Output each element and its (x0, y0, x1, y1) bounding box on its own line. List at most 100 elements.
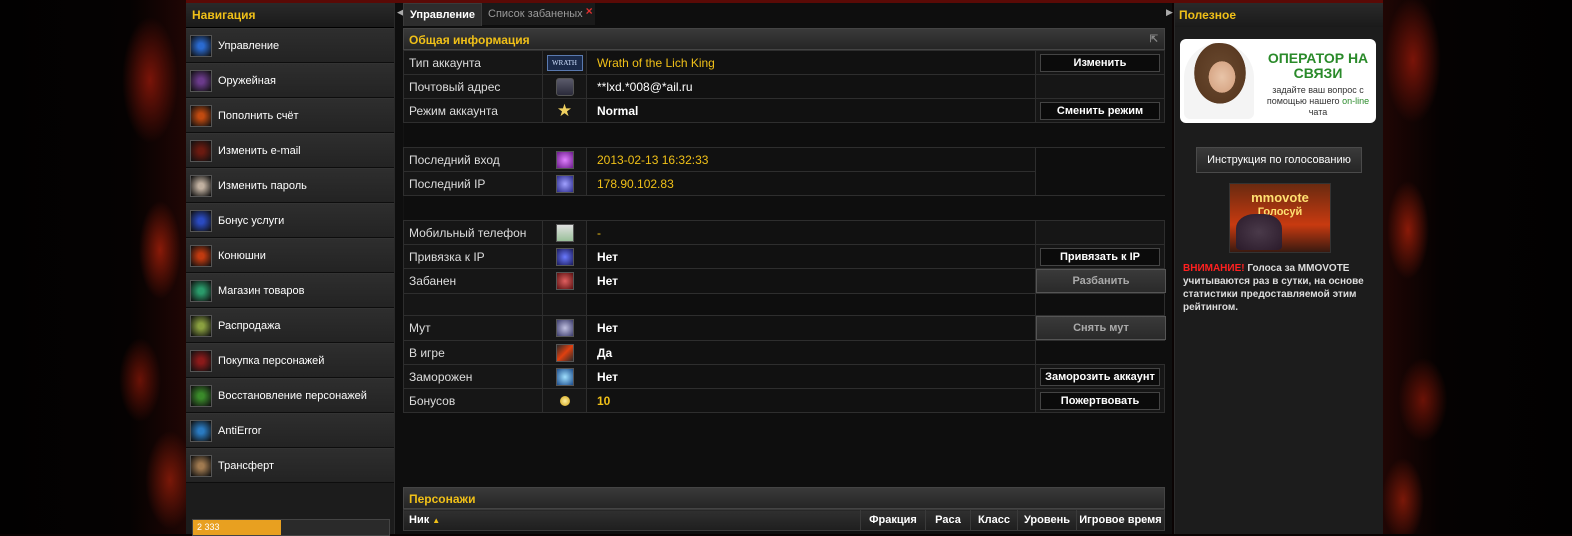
collapse-right-icon[interactable]: ▶ (1166, 7, 1173, 21)
freeze-account-button[interactable]: Заморозить аккаунт (1040, 367, 1160, 386)
nav-item-deposit[interactable]: Пополнить счёт (186, 98, 394, 133)
last-ip-value: 178.90.102.83 (586, 171, 1036, 196)
footer-banner[interactable]: 2 333 (192, 519, 390, 536)
mmovote-figure-icon (1236, 214, 1282, 250)
nav-item-label: Изменить пароль (218, 179, 307, 192)
nav-item-management[interactable]: Управление (186, 28, 394, 63)
mute-row: Мут Нет Снять мут (403, 315, 1166, 341)
login-orb-icon (555, 150, 574, 169)
close-tab-icon[interactable]: × (586, 0, 593, 22)
column-level[interactable]: Уровень (1017, 509, 1077, 531)
nav-item-shop[interactable]: Магазин товаров (186, 273, 394, 308)
nav-item-password[interactable]: Изменить пароль (186, 168, 394, 203)
general-info-table: Тип аккаунта WRATH Wrath of the Lich Kin… (403, 50, 1166, 413)
operator-banner-title: ОПЕРАТОР НА СВЯЗИ (1267, 50, 1369, 81)
bind-ip-button[interactable]: Привязать к IP (1040, 247, 1160, 266)
ip-bind-value: Нет (586, 244, 1036, 269)
donate-button[interactable]: Пожертвовать (1040, 391, 1160, 410)
characters-title: Персонажи (409, 492, 476, 506)
ban-hand-icon (555, 272, 574, 290)
right-background-decoration (1383, 0, 1572, 534)
coin-icon (559, 396, 570, 407)
nav-item-label: Пополнить счёт (218, 109, 299, 122)
nav-item-sale[interactable]: Распродажа (186, 308, 394, 343)
nav-item-buy-characters[interactable]: Покупка персонажей (186, 343, 394, 378)
mmovote-title: mmovote (1251, 190, 1309, 205)
email-row: Почтовый адрес **lxd.*008@*ail.ru (403, 74, 1165, 99)
mail-icon (555, 77, 574, 96)
column-play-time[interactable]: Игровое время (1076, 509, 1165, 531)
spacer-row (403, 122, 1165, 148)
nav-item-label: Магазин товаров (218, 284, 305, 297)
pin-icon[interactable]: ⇱ (1150, 29, 1158, 51)
nav-item-stables[interactable]: Конюшни (186, 238, 394, 273)
useful-title: Полезное (1175, 3, 1383, 27)
change-account-type-button[interactable]: Изменить (1040, 53, 1160, 72)
star-icon: ★ (556, 101, 573, 120)
unban-button[interactable]: Разбанить (1036, 269, 1166, 293)
tab-banned-list[interactable]: Список забаненых × (482, 3, 595, 25)
frost-icon (555, 367, 574, 386)
sort-asc-icon: ▲ (432, 516, 441, 525)
column-nick-label: Ник (409, 514, 430, 526)
voting-instructions-button[interactable]: Инструкция по голосованию (1196, 147, 1362, 173)
nav-item-antierror[interactable]: AntiError (186, 413, 394, 448)
nav-item-label: Восстановление персонажей (218, 389, 367, 402)
collapse-left-icon[interactable]: ◀ (397, 7, 404, 21)
tab-management[interactable]: Управление (403, 3, 483, 26)
nav-item-label: Конюшни (218, 249, 266, 262)
frozen-label: Заморожен (403, 364, 543, 389)
last-ip-row: Последний IP 178.90.102.83 (403, 171, 1165, 196)
nav-item-armory[interactable]: Оружейная (186, 63, 394, 98)
left-background-decoration (0, 0, 186, 534)
shield-icon (555, 247, 574, 266)
last-login-row: Последний вход 2013-02-13 16:32:33 (403, 147, 1165, 172)
password-icon (190, 174, 212, 197)
operator-banner[interactable]: ОПЕРАТОР НА СВЯЗИ задайте ваш вопрос с п… (1180, 39, 1376, 123)
sale-icon (190, 314, 212, 337)
column-class[interactable]: Класс (970, 509, 1018, 531)
nav-item-label: Распродажа (218, 319, 281, 332)
email-value: **lxd.*008@*ail.ru (586, 74, 1036, 99)
account-type-row: Тип аккаунта WRATH Wrath of the Lich Kin… (403, 50, 1165, 75)
last-login-value: 2013-02-13 16:32:33 (586, 147, 1036, 172)
in-game-row: В игре Да (403, 340, 1165, 365)
frozen-row: Заморожен Нет Заморозить аккаунт (403, 364, 1165, 389)
banned-value: Нет (586, 268, 1036, 294)
tab-banned-list-label: Список забаненых (488, 8, 583, 20)
column-faction[interactable]: Фракция (860, 509, 926, 531)
phone-value: - (586, 220, 1036, 245)
column-nick[interactable]: Ник ▲ (403, 509, 861, 531)
nav-item-label: Бонус услуги (218, 214, 285, 227)
banned-row: Забанен Нет Разбанить (403, 268, 1166, 294)
last-login-label: Последний вход (403, 147, 543, 172)
stables-icon (190, 244, 212, 267)
column-race[interactable]: Раса (925, 509, 971, 531)
banned-label: Забанен (403, 268, 543, 294)
management-icon (190, 34, 212, 57)
armory-icon (190, 69, 212, 92)
mute-label: Мут (403, 315, 543, 341)
nav-item-bonus[interactable]: Бонус услуги (186, 203, 394, 238)
ip-bind-row: Привязка к IP Нет Привязать к IP (403, 244, 1165, 269)
mute-value: Нет (586, 315, 1036, 341)
nav-item-email[interactable]: Изменить e-mail (186, 133, 394, 168)
change-mode-button[interactable]: Сменить режим (1040, 101, 1160, 120)
last-ip-label: Последний IP (403, 171, 543, 196)
general-info-header: Общая информация ⇱ (403, 28, 1165, 50)
account-type-value: Wrath of the Lich King (586, 50, 1036, 75)
network-icon (555, 174, 574, 193)
nav-item-restore-characters[interactable]: Восстановление персонажей (186, 378, 394, 413)
banner-online-word: on-line (1342, 96, 1370, 106)
main-content: ◀ Управление Список забаненых × ▶ Общая … (395, 3, 1173, 534)
mmovote-banner[interactable]: mmovote Голосуй (1229, 183, 1331, 253)
in-game-icon (555, 343, 574, 362)
general-info-panel: Общая информация ⇱ Тип аккаунта WRATH Wr… (403, 28, 1166, 413)
nav-item-label: Трансферт (218, 459, 274, 472)
in-game-value: Да (586, 340, 1036, 365)
footer-counter: 2 333 (193, 520, 281, 535)
unmute-button[interactable]: Снять мут (1036, 316, 1166, 340)
nav-item-transfer[interactable]: Трансферт (186, 448, 394, 483)
restore-characters-icon (190, 384, 212, 407)
spacer-row (403, 195, 1165, 221)
